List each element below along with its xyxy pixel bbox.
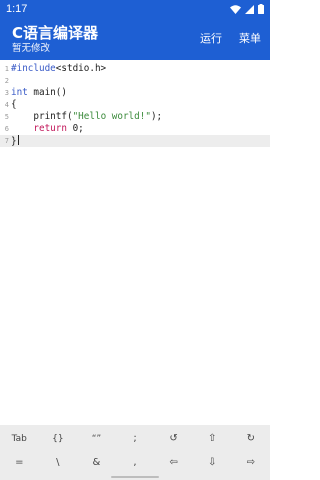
code-line[interactable]: 6 return 0; <box>0 123 270 135</box>
line-number: 1 <box>4 65 9 73</box>
code-line[interactable]: 2 <box>0 75 270 87</box>
code-token: } <box>11 136 17 147</box>
tab-key[interactable]: Tab <box>0 427 39 451</box>
status-bar: 1:17 <box>0 0 270 20</box>
backslash-key[interactable]: \ <box>39 451 78 475</box>
shortcut-row-1: Tab{} “”; ↺ ⇧ ↻ <box>0 427 270 451</box>
semicolon-key[interactable]: ; <box>116 427 155 451</box>
redo-icon[interactable]: ↻ <box>231 427 270 451</box>
comma-key[interactable]: , <box>116 451 155 475</box>
wifi-icon <box>230 4 241 14</box>
code-token: ); <box>150 111 163 122</box>
code-token: printf( <box>11 111 73 122</box>
text-cursor <box>17 135 19 145</box>
line-number: 7 <box>4 137 9 145</box>
arrow-right-icon[interactable]: ⇨ <box>231 451 270 475</box>
undo-icon[interactable]: ↺ <box>154 427 193 451</box>
code-token: #include <box>11 63 56 74</box>
modification-status: 暂无修改 <box>12 43 51 54</box>
line-number: 3 <box>4 89 9 97</box>
status-time: 1:17 <box>6 3 28 15</box>
code-token: main() <box>27 87 67 98</box>
line-content: { <box>11 99 17 111</box>
arrow-left-icon[interactable]: ⇦ <box>154 451 193 475</box>
line-content: #include<stdio.h> <box>11 63 106 75</box>
line-number: 5 <box>4 113 9 121</box>
arrow-down-icon[interactable]: ⇩ <box>193 451 232 475</box>
quotes-key[interactable]: “” <box>77 427 116 451</box>
arrow-up-icon[interactable]: ⇧ <box>193 427 232 451</box>
code-token: <stdio.h> <box>55 63 107 74</box>
code-token: int <box>11 87 28 98</box>
line-content: printf("Hello world!"); <box>11 111 162 123</box>
app-bar: C语言编译器 暂无修改 运行 菜单 <box>0 20 270 60</box>
line-content: int main() <box>11 87 67 99</box>
menu-button[interactable]: 菜单 <box>239 32 261 46</box>
signal-icon <box>245 4 254 14</box>
battery-icon <box>258 4 264 14</box>
line-number: 2 <box>4 77 9 85</box>
code-line[interactable]: 1 #include<stdio.h> <box>0 63 270 75</box>
line-content: } <box>11 135 19 148</box>
navigation-handle[interactable] <box>111 476 159 478</box>
braces-key[interactable]: {} <box>39 427 78 451</box>
code-line[interactable]: 4{ <box>0 99 270 111</box>
line-number: 6 <box>4 125 9 133</box>
shortcut-row-2: = \ &, ⇦ ⇩ ⇨ <box>0 451 270 475</box>
app-title: C语言编译器 <box>12 24 99 42</box>
line-content: return 0; <box>11 123 84 135</box>
code-token: { <box>11 99 17 110</box>
code-editor[interactable]: 1 #include<stdio.h> 2 3 int main() 4{5 printf… <box>0 60 270 425</box>
code-token: 0; <box>66 123 84 134</box>
code-token: "Hello world!" <box>72 111 151 122</box>
equals-key[interactable]: = <box>0 451 39 475</box>
code-line[interactable]: 5 printf("Hello world!"); <box>0 111 270 123</box>
run-button[interactable]: 运行 <box>200 32 222 46</box>
code-token: return <box>33 123 67 134</box>
code-line[interactable]: 3 int main() <box>0 87 270 99</box>
status-icons <box>230 4 264 14</box>
code-line[interactable]: 7} <box>0 135 270 147</box>
shortcut-keyboard: Tab{} “”; ↺ ⇧ ↻ = \ &, ⇦ ⇩ ⇨ <box>0 425 270 480</box>
ampersand-key[interactable]: & <box>77 451 116 475</box>
line-number: 4 <box>4 101 9 109</box>
